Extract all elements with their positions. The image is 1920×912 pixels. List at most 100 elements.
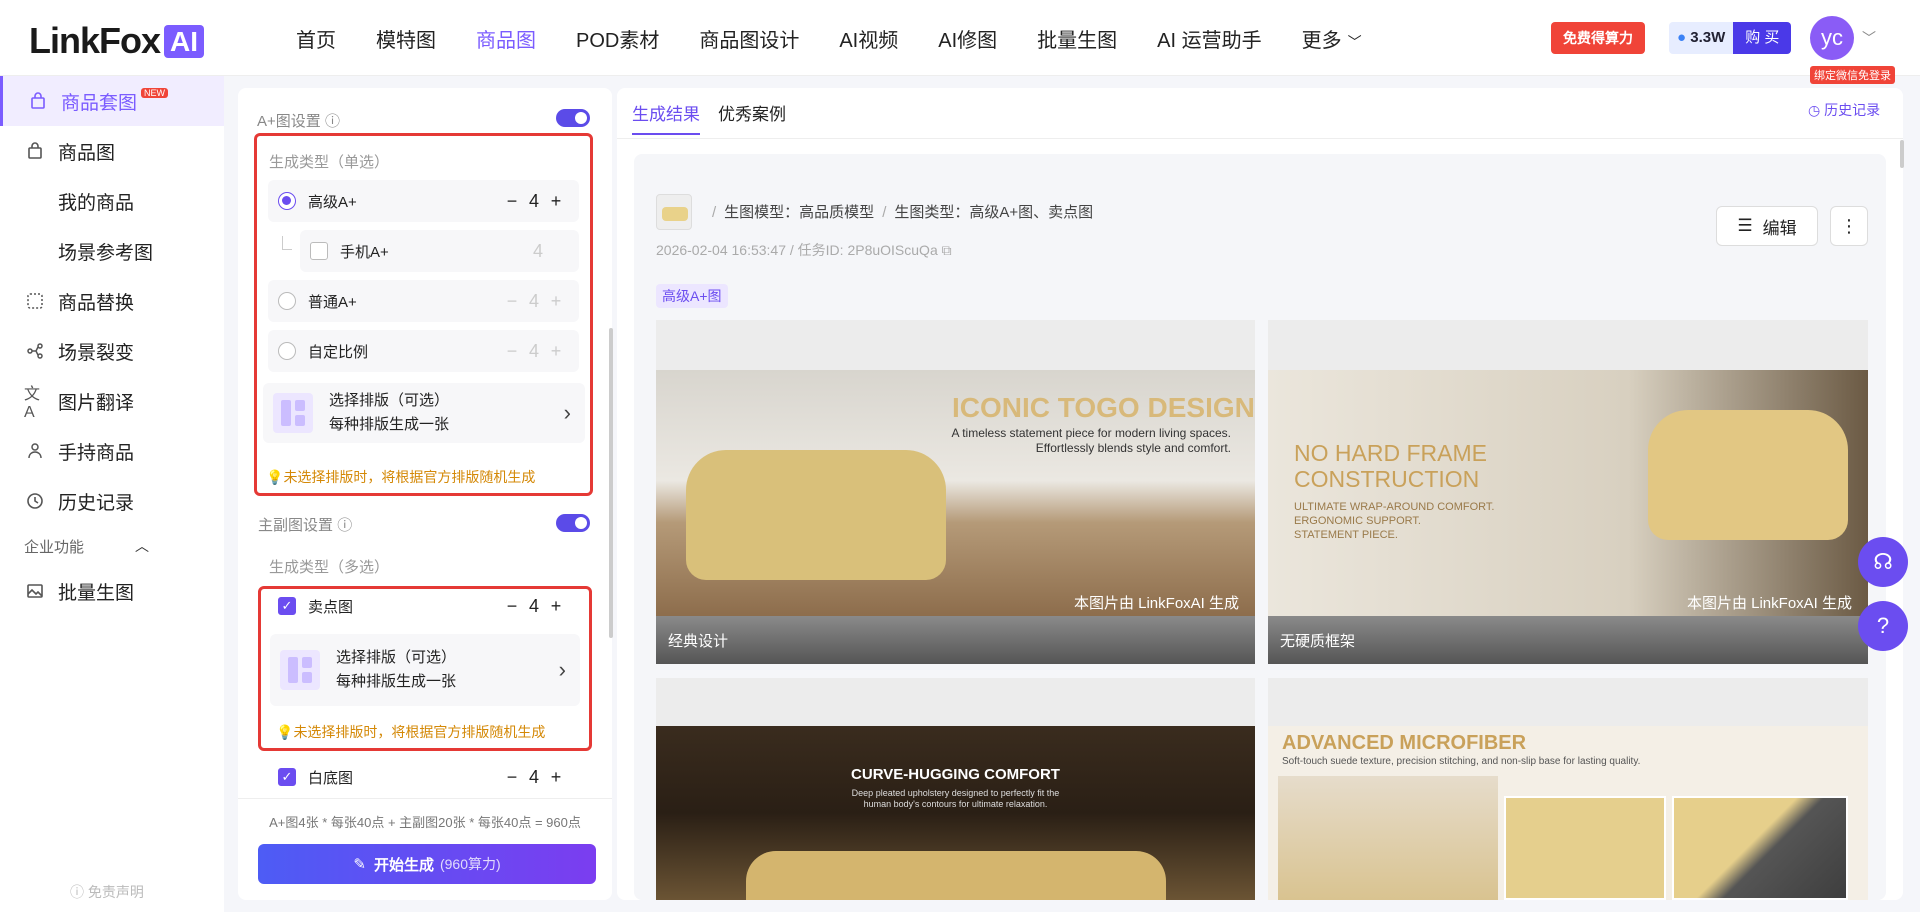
stepper-value[interactable]: 4	[523, 191, 545, 212]
nav-home[interactable]: 首页	[296, 24, 336, 53]
sidebar-item-image-translate[interactable]: 文A 图片翻译	[0, 376, 224, 426]
main-toggle[interactable]	[556, 514, 590, 532]
detail-thumb	[1672, 796, 1848, 900]
sidebar-item-product-set[interactable]: 商品套图 NEW	[0, 76, 224, 126]
aplus-option-custom-ratio[interactable]: 自定比例 −4 +	[268, 330, 579, 372]
stepper-value[interactable]: 4	[527, 241, 549, 262]
main-option-selling-point[interactable]: ✓ 卖点图 −4 +	[268, 585, 579, 627]
checkbox-unchecked[interactable]	[310, 242, 328, 260]
logo-text: LinkFox	[29, 20, 161, 61]
flame-icon: ●	[1677, 29, 1687, 46]
radio-selected[interactable]	[278, 192, 296, 210]
radio-unselected[interactable]	[278, 342, 296, 360]
result-image-card[interactable]: NO HARD FRAME CONSTRUCTION ULTIMATE WRAP-…	[1268, 320, 1868, 664]
layout-icon	[280, 650, 320, 690]
sidebar-item-label: 场景参考图	[58, 242, 154, 264]
plus-icon[interactable]: +	[545, 596, 567, 617]
nav-more[interactable]: 更多 ﹀	[1302, 24, 1362, 53]
more-options-button[interactable]: ⋮	[1830, 206, 1868, 246]
generate-button[interactable]: ✎ 开始生成 (960算力)	[258, 844, 596, 884]
minus-icon[interactable]: −	[501, 191, 523, 212]
nav-product-design[interactable]: 商品图设计	[699, 24, 799, 53]
main-settings-label: 主副图设置	[258, 517, 334, 534]
detail-thumb	[1504, 796, 1666, 900]
help-icon[interactable]: ⓘ	[325, 113, 340, 130]
stepper-value[interactable]: 4	[523, 596, 545, 617]
nav-batch[interactable]: 批量生图	[1037, 24, 1117, 53]
logo[interactable]: LinkFox AI	[29, 20, 205, 62]
tab-results[interactable]: 生成结果	[632, 100, 700, 135]
disclaimer-link[interactable]: ⓘ 免责声明	[70, 882, 144, 902]
main-layout-picker[interactable]: 选择排版（可选） 每种排版生成一张 ›	[270, 634, 580, 706]
sidebar-item-product-image[interactable]: 商品图	[0, 126, 224, 176]
tab-showcase[interactable]: 优秀案例	[718, 100, 786, 135]
aplus-layout-picker[interactable]: 选择排版（可选） 每种排版生成一张 ›	[263, 383, 585, 443]
layout-line1: 选择排版（可选）	[336, 649, 457, 666]
free-power-button[interactable]: 免费得算力	[1551, 22, 1645, 54]
results-scrollbar[interactable]	[1900, 140, 1904, 168]
nav-pod[interactable]: POD素材	[576, 24, 659, 53]
result-image-card[interactable]: CURVE-HUGGING COMFORT Deep pleated uphol…	[656, 678, 1255, 900]
aplus-toggle[interactable]	[556, 109, 590, 127]
model-label: 生图模型：高品质模型	[724, 204, 875, 221]
main-option-white-bg[interactable]: ✓ 白底图 −4 +	[268, 756, 579, 798]
sidebar-item-handheld[interactable]: 手持商品	[0, 426, 224, 476]
plus-icon[interactable]: +	[545, 341, 567, 362]
nav-product-image[interactable]: 商品图	[476, 24, 536, 53]
sidebar-item-scene-split[interactable]: 场景裂变	[0, 326, 224, 376]
buy-button[interactable]: 购 买	[1733, 22, 1792, 54]
checkbox-checked[interactable]: ✓	[278, 597, 296, 615]
checkbox-checked[interactable]: ✓	[278, 768, 296, 786]
aplus-option-normal[interactable]: 普通A+ −4 +	[268, 280, 579, 322]
minus-icon[interactable]: −	[501, 291, 523, 312]
option-label: 白底图	[308, 769, 354, 787]
main-settings-title: 主副图设置 ⓘ	[258, 514, 352, 535]
stepper-value[interactable]: 4	[523, 291, 545, 312]
plus-icon[interactable]: +	[545, 291, 567, 312]
chevron-down-icon[interactable]: ﹀	[1862, 28, 1876, 48]
minus-icon[interactable]: −	[501, 341, 523, 362]
aplus-settings-label: A+图设置	[257, 113, 321, 130]
task-meta: / 生图模型：高品质模型 / 生图类型：高级A+图、卖点图	[712, 204, 1094, 221]
bulb-icon: 💡	[276, 724, 294, 740]
nav-ops-assistant[interactable]: AI 运营助手	[1157, 24, 1261, 53]
product-thumbnail[interactable]	[656, 194, 692, 230]
aplus-option-advanced[interactable]: 高级A+ −4 +	[268, 180, 579, 222]
wechat-bind-tag[interactable]: 绑定微信免登录	[1810, 66, 1895, 84]
type-label: 生图类型：高级A+图、卖点图	[894, 204, 1094, 221]
history-link[interactable]: ◷ 历史记录	[1808, 100, 1880, 120]
minus-icon[interactable]: −	[501, 767, 523, 788]
nav-model[interactable]: 模特图	[376, 24, 436, 53]
support-button[interactable]: ☊	[1858, 537, 1908, 587]
sidebar-item-batch-generate[interactable]: 批量生图	[0, 566, 224, 616]
card-body-1: Soft-touch suede texture, precision stit…	[1282, 756, 1641, 767]
plus-icon[interactable]: +	[545, 191, 567, 212]
nav-ai-retouch[interactable]: AI修图	[938, 24, 997, 53]
card-headline-1: NO HARD FRAME	[1294, 440, 1487, 466]
settings-scrollbar[interactable]	[609, 328, 613, 638]
watermark: 本图片由 LinkFoxAI 生成	[1686, 595, 1852, 612]
layout-line1: 选择排版（可选）	[329, 392, 450, 409]
sidebar-item-my-products[interactable]: 我的商品	[0, 176, 224, 226]
avatar[interactable]: yc	[1810, 16, 1854, 60]
minus-icon[interactable]: −	[501, 596, 523, 617]
sidebar-item-history[interactable]: 历史记录	[0, 476, 224, 526]
section-pill: 高级A+图	[656, 284, 728, 308]
radio-unselected[interactable]	[278, 292, 296, 310]
product-image: NO HARD FRAME CONSTRUCTION ULTIMATE WRAP-…	[1268, 370, 1868, 616]
edit-button[interactable]: ☰ 编辑	[1716, 206, 1818, 246]
sidebar-item-product-replace[interactable]: 商品替换	[0, 276, 224, 326]
stepper-value[interactable]: 4	[523, 341, 545, 362]
sidebar-item-scene-reference[interactable]: 场景参考图	[0, 226, 224, 276]
result-image-card[interactable]: ICONIC TOGO DESIGN A timeless statement …	[656, 320, 1255, 664]
result-image-card[interactable]: ADVANCED MICROFIBER Soft-touch suede tex…	[1268, 678, 1868, 900]
quantity-stepper: −4 +	[501, 191, 567, 212]
stepper-value[interactable]: 4	[523, 767, 545, 788]
plus-icon[interactable]: +	[545, 767, 567, 788]
sidebar-group-enterprise[interactable]: 企业功能 ︿	[0, 526, 224, 566]
nav-ai-video[interactable]: AI视频	[839, 24, 898, 53]
help-icon[interactable]: ⓘ	[337, 517, 352, 534]
copy-icon[interactable]: ⧉	[942, 242, 952, 258]
help-button[interactable]: ?	[1858, 601, 1908, 651]
aplus-option-mobile[interactable]: 手机A+ 4	[300, 230, 579, 272]
